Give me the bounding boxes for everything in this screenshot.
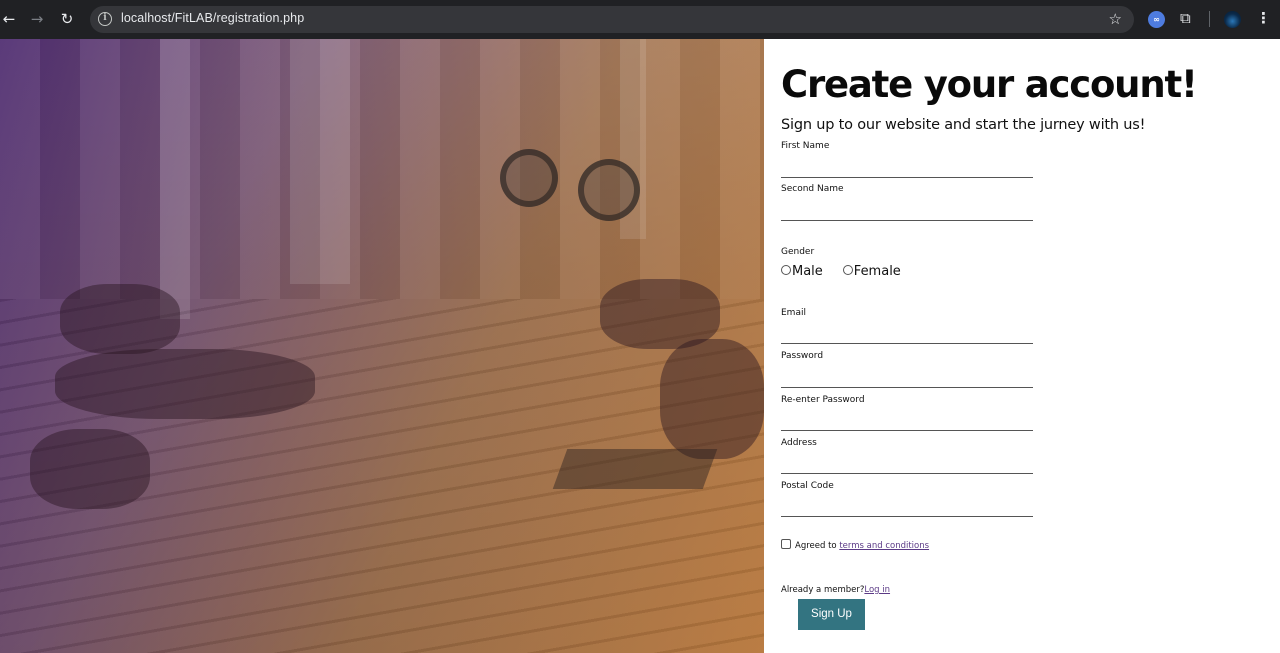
hero-person	[60, 284, 180, 354]
registration-panel: Create your account! Sign up to our webs…	[764, 39, 1280, 653]
back-icon[interactable]: ←	[0, 10, 18, 28]
url-text[interactable]: localhost/FitLAB/registration.php	[121, 11, 304, 25]
password-label: Password	[781, 351, 824, 361]
hero-pillar	[290, 39, 350, 284]
sign-up-button[interactable]: Sign Up	[798, 599, 865, 630]
first-name-label: First Name	[781, 141, 830, 151]
extension-icon[interactable]: ∞	[1148, 11, 1165, 28]
terms-row: Agreed to terms and conditions	[781, 539, 929, 551]
page-subtitle: Sign up to our website and start the jur…	[781, 117, 1146, 133]
gender-label: Gender	[781, 247, 815, 257]
hero-mat	[552, 449, 718, 489]
email-label: Email	[781, 308, 806, 318]
gender-radio-group: Male Female	[781, 264, 921, 279]
hero-equipment	[500, 149, 558, 207]
address-field[interactable]	[781, 456, 1033, 474]
hero-person	[30, 429, 150, 509]
postal-code-field[interactable]	[781, 499, 1033, 517]
browser-toolbar: ← → ↻ i localhost/FitLAB/registration.ph…	[0, 0, 1280, 39]
bookmark-star-icon[interactable]: ☆	[1109, 10, 1122, 28]
hero-person	[55, 349, 315, 419]
browser-menu-icon[interactable]: ⋮	[1256, 9, 1271, 27]
second-name-field[interactable]	[781, 203, 1033, 221]
terms-link[interactable]: terms and conditions	[839, 541, 929, 551]
hero-equipment	[578, 159, 640, 221]
hero-wall	[0, 39, 764, 299]
address-bar[interactable]: i localhost/FitLAB/registration.php ☆	[90, 6, 1134, 33]
profile-avatar[interactable]	[1224, 11, 1241, 28]
email-field[interactable]	[781, 326, 1033, 344]
member-text: Already a member?	[781, 585, 865, 595]
gender-female-label: Female	[853, 264, 901, 279]
hero-pillar	[160, 39, 190, 319]
address-label: Address	[781, 438, 817, 448]
gender-male-radio[interactable]	[781, 264, 791, 275]
page-title: Create your account!	[781, 63, 1198, 106]
extensions-puzzle-icon[interactable]: ⧉	[1180, 9, 1191, 27]
second-name-label: Second Name	[781, 184, 844, 194]
hero-person	[660, 339, 764, 459]
first-name-field[interactable]	[781, 160, 1033, 178]
toolbar-divider	[1209, 11, 1210, 27]
site-info-icon[interactable]: i	[98, 12, 112, 26]
forward-icon[interactable]: →	[28, 10, 46, 28]
gender-male-label: Male	[792, 264, 823, 279]
agree-text: Agreed to	[795, 541, 837, 551]
reload-icon[interactable]: ↻	[58, 10, 76, 28]
reenter-password-label: Re-enter Password	[781, 395, 865, 405]
password-field[interactable]	[781, 370, 1033, 388]
hero-gym-image	[0, 39, 764, 653]
login-prompt: Already a member? Log in	[781, 585, 890, 595]
postal-code-label: Postal Code	[781, 481, 834, 491]
terms-checkbox[interactable]	[781, 539, 791, 549]
gender-female-radio[interactable]	[842, 264, 853, 275]
login-link[interactable]: Log in	[864, 585, 890, 595]
reenter-password-field[interactable]	[781, 413, 1033, 431]
